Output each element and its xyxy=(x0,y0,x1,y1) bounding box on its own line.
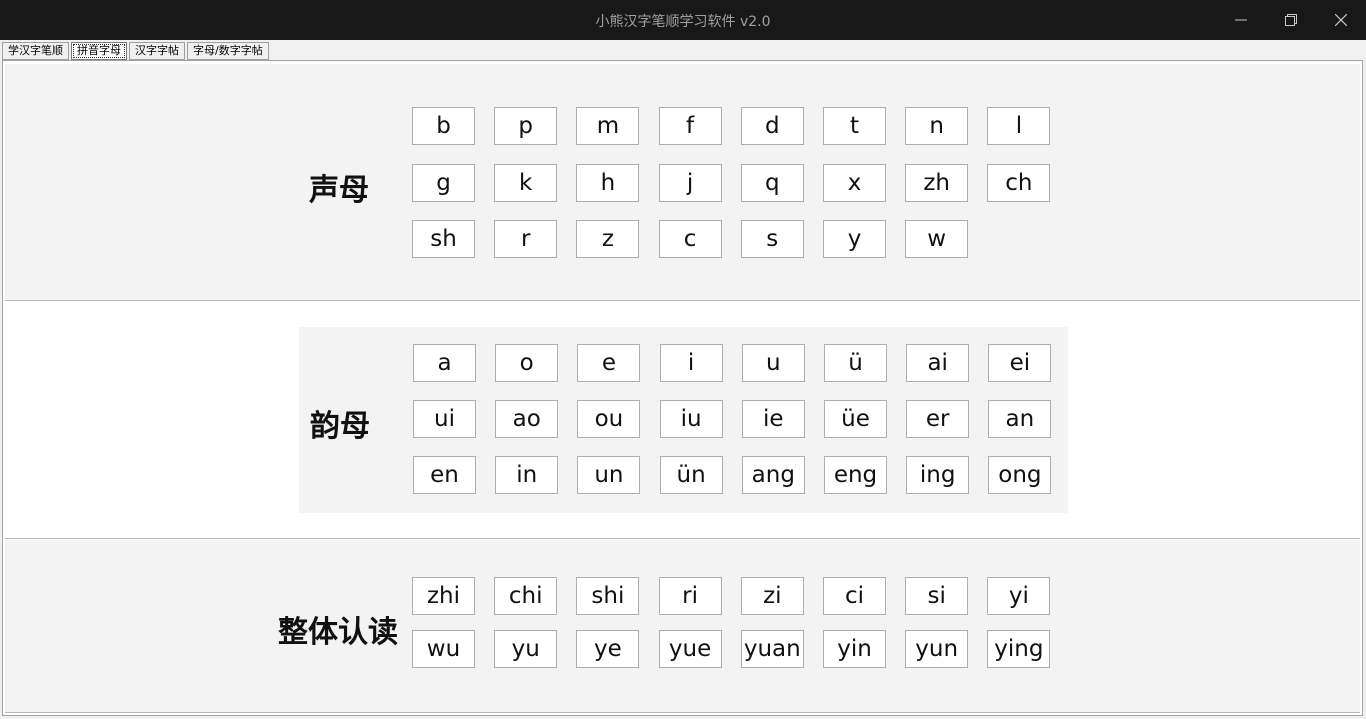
window-title: 小熊汉字笔顺学习软件 v2.0 xyxy=(595,14,771,30)
shengmu-key[interactable]: z xyxy=(576,220,640,258)
shengmu-key[interactable]: t xyxy=(823,107,886,145)
zhengti-key[interactable]: chi xyxy=(494,577,558,615)
tab-letter-number-copybook[interactable]: 字母/数字字帖 xyxy=(187,42,269,60)
zhengti-key[interactable]: yuan xyxy=(740,630,804,668)
close-icon xyxy=(1335,14,1347,26)
shengmu-key[interactable]: s xyxy=(740,220,804,258)
shengmu-key[interactable]: k xyxy=(494,163,558,202)
yunmu-key[interactable]: ai xyxy=(906,344,970,382)
zhengti-key[interactable]: si xyxy=(905,577,969,615)
shengmu-label: 声母 xyxy=(309,173,369,208)
shengmu-key[interactable]: y xyxy=(823,220,886,258)
shengmu-key[interactable]: f xyxy=(658,107,722,145)
yunmu-key[interactable]: iu xyxy=(659,400,723,438)
shengmu-key[interactable]: q xyxy=(740,163,804,202)
yunmu-key[interactable]: ü xyxy=(824,344,887,382)
zhengti-key[interactable]: yu xyxy=(494,630,558,668)
zhengti-key[interactable]: shi xyxy=(576,577,640,615)
yunmu-key[interactable]: ong xyxy=(988,456,1052,494)
minimize-icon xyxy=(1235,19,1247,21)
shengmu-key[interactable]: h xyxy=(576,163,640,202)
title-bar: 小熊汉字笔顺学习软件 v2.0 xyxy=(0,0,1366,40)
shengmu-key[interactable]: b xyxy=(412,107,475,145)
yunmu-key[interactable]: an xyxy=(988,400,1052,438)
yunmu-label: 韵母 xyxy=(310,409,370,444)
yunmu-key[interactable]: ün xyxy=(659,456,723,494)
minimize-button[interactable] xyxy=(1218,0,1264,40)
shengmu-key[interactable]: w xyxy=(905,220,969,258)
zhengti-key[interactable]: yin xyxy=(823,630,886,668)
zhengti-key[interactable]: ye xyxy=(576,630,640,668)
yunmu-key[interactable]: o xyxy=(495,344,559,382)
zhengti-key[interactable]: yi xyxy=(987,577,1051,615)
zhengti-key[interactable]: yun xyxy=(905,630,969,668)
shengmu-key[interactable]: g xyxy=(412,163,475,202)
shengmu-key[interactable]: d xyxy=(740,107,804,145)
zhengti-key[interactable]: zi xyxy=(740,577,804,615)
tab-bar: 学汉字笔顺 拼音字母 汉字字帖 字母/数字字帖 xyxy=(2,42,269,60)
shengmu-key[interactable]: ch xyxy=(987,163,1051,202)
zhengti-key[interactable]: wu xyxy=(412,630,475,668)
yunmu-key[interactable]: ie xyxy=(741,400,805,438)
restore-icon xyxy=(1285,14,1297,26)
shengmu-key[interactable]: j xyxy=(658,163,722,202)
yunmu-key[interactable]: ui xyxy=(413,400,476,438)
shengmu-key[interactable]: c xyxy=(658,220,722,258)
yunmu-key[interactable]: eng xyxy=(824,456,887,494)
yunmu-key[interactable]: i xyxy=(659,344,723,382)
tab-stroke-order[interactable]: 学汉字笔顺 xyxy=(2,42,69,60)
yunmu-key[interactable]: ou xyxy=(577,400,641,438)
yunmu-key[interactable]: in xyxy=(495,456,559,494)
zhengti-key[interactable]: yue xyxy=(658,630,722,668)
shengmu-key[interactable]: p xyxy=(494,107,558,145)
shengmu-key[interactable]: sh xyxy=(412,220,475,258)
yunmu-key[interactable]: üe xyxy=(824,400,887,438)
shengmu-key[interactable]: x xyxy=(823,163,886,202)
yunmu-key[interactable]: ao xyxy=(495,400,559,438)
restore-button[interactable] xyxy=(1268,0,1314,40)
yunmu-key[interactable]: un xyxy=(577,456,641,494)
shengmu-key[interactable]: r xyxy=(494,220,558,258)
tab-pinyin[interactable]: 拼音字母 xyxy=(71,42,127,60)
shengmu-section: 声母 b p m f d t n l g k h j q x zh ch sh r z c s y w xyxy=(5,64,1360,301)
tab-hanzi-copybook[interactable]: 汉字字帖 xyxy=(129,42,185,60)
zhengti-key[interactable]: ci xyxy=(823,577,886,615)
yunmu-key[interactable]: e xyxy=(577,344,641,382)
shengmu-key[interactable]: n xyxy=(905,107,969,145)
yunmu-key[interactable]: ing xyxy=(906,456,970,494)
yunmu-key[interactable]: er xyxy=(906,400,970,438)
yunmu-key[interactable]: a xyxy=(413,344,476,382)
tab-content: 声母 b p m f d t n l g k h j q x zh ch sh r z c s y w 韵母 aoeiuüa… xyxy=(2,60,1363,716)
shengmu-key[interactable]: m xyxy=(576,107,640,145)
zhengti-label: 整体认读 xyxy=(278,615,398,650)
shengmu-key[interactable]: l xyxy=(987,107,1051,145)
zhengti-key[interactable]: ri xyxy=(658,577,722,615)
zhengti-section: 整体认读 zhi chi shi ri zi ci si yi wu yu ye yue yuan yin… xyxy=(5,540,1360,713)
yunmu-key[interactable]: ei xyxy=(988,344,1052,382)
yunmu-key[interactable]: ang xyxy=(741,456,805,494)
close-button[interactable] xyxy=(1318,0,1364,40)
yunmu-section: 韵母 a o e i u ü ai ei ui ao ou iu ie üe er an en in un ün ang… xyxy=(5,302,1360,539)
zhengti-key[interactable]: ying xyxy=(987,630,1051,668)
yunmu-key[interactable]: u xyxy=(741,344,805,382)
zhengti-key[interactable]: zhi xyxy=(412,577,475,615)
yunmu-key[interactable]: en xyxy=(413,456,476,494)
shengmu-key[interactable]: zh xyxy=(905,163,969,202)
